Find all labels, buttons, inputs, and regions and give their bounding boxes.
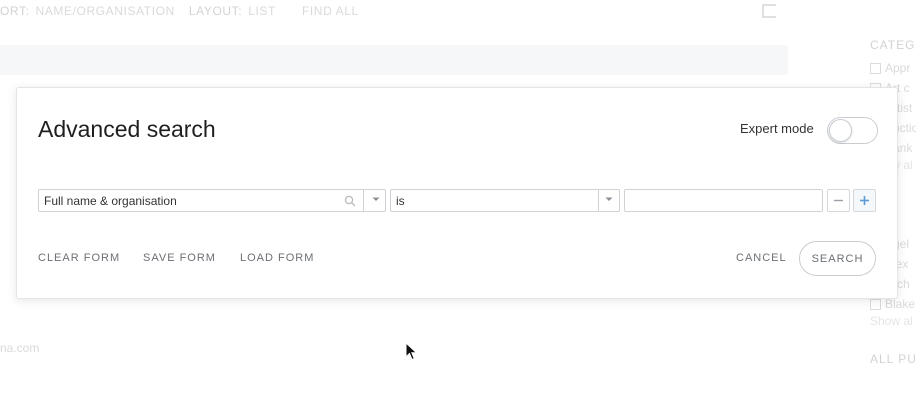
bg-sidebar-item: Appr (870, 58, 916, 78)
bg-link-text: na.com (0, 341, 40, 355)
plus-icon (860, 196, 869, 205)
bg-sidebar-item-label: Appr (885, 61, 911, 75)
field-select[interactable]: Full name & organisation (38, 189, 386, 212)
bg-search-strip (0, 45, 788, 75)
checkbox-icon (870, 62, 881, 74)
bg-toolbar: ORT: NAME/ORGANISATION LAYOUT: LIST FIND… (0, 4, 373, 20)
bg-sidebar-heading: CATEGO (870, 38, 916, 52)
dialog-title: Advanced search (38, 116, 216, 142)
search-button[interactable]: SEARCH (799, 241, 876, 276)
clear-form-button[interactable]: CLEAR FORM (38, 252, 120, 264)
criteria-value-input[interactable] (624, 189, 823, 212)
field-select-value: Full name & organisation (44, 194, 177, 208)
expert-mode-toggle[interactable] (827, 117, 878, 144)
expert-mode-label: Expert mode (740, 121, 814, 136)
bg-sidebar-item-label: Blake (885, 297, 916, 311)
bg-sort-value: NAME/ORGANISATION (35, 4, 175, 18)
operator-select-value: is (396, 194, 405, 208)
cancel-button[interactable]: CANCEL (736, 252, 787, 264)
bg-find-all: FIND ALL (301, 4, 359, 18)
bg-layout-label: LAYOUT: (188, 4, 243, 18)
save-form-button[interactable]: SAVE FORM (143, 252, 216, 264)
minus-icon (834, 199, 843, 202)
operator-select[interactable]: is (390, 189, 620, 212)
remove-criteria-button[interactable] (827, 189, 850, 212)
toggle-knob (829, 119, 852, 142)
bg-layout-value: LIST (248, 4, 276, 18)
bg-sort-label: ORT: (0, 4, 30, 18)
chevron-down-icon[interactable] (603, 193, 615, 205)
mouse-cursor-icon (405, 342, 418, 361)
checkbox-icon (870, 298, 881, 310)
chevron-down-icon[interactable] (370, 193, 382, 205)
flag-icon (762, 4, 776, 18)
bg-sidebar-heading: ALL PU (870, 352, 916, 366)
search-icon (344, 195, 356, 207)
load-form-button[interactable]: LOAD FORM (240, 252, 314, 264)
page: ORT: NAME/ORGANISATION LAYOUT: LIST FIND… (0, 0, 916, 400)
bg-show-all: Show al (870, 314, 913, 328)
advanced-search-dialog: Advanced search Expert mode Full name & … (16, 87, 898, 299)
add-criteria-button[interactable] (853, 189, 876, 212)
select-divider (363, 190, 364, 211)
select-divider (598, 190, 599, 211)
